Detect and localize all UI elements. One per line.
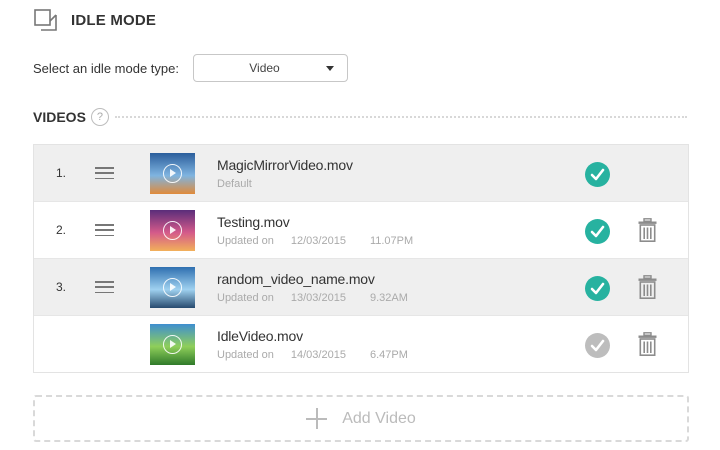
idle-type-row: Select an idle mode type: Video: [33, 54, 348, 82]
idle-mode-icon: [34, 9, 57, 31]
video-meta: Default: [217, 178, 252, 190]
help-icon[interactable]: ?: [90, 108, 109, 126]
add-video-label: Add Video: [342, 409, 416, 427]
video-row: IdleVideo.mov Updated on 14/03/2015 6.47PM: [34, 316, 688, 372]
drag-handle-icon[interactable]: [95, 224, 114, 237]
video-meta-label: Updated on: [217, 349, 274, 361]
video-meta: Updated on 12/03/2015 11.07PM: [217, 235, 413, 247]
check-icon[interactable]: [585, 162, 610, 187]
video-thumbnail[interactable]: [150, 267, 195, 308]
check-icon[interactable]: [585, 276, 610, 301]
check-icon[interactable]: [585, 333, 610, 358]
video-index: 2.: [56, 223, 67, 237]
play-icon: [163, 335, 182, 354]
video-date: 14/03/2015: [290, 349, 346, 361]
play-icon: [163, 164, 182, 183]
video-thumbnail[interactable]: [150, 153, 195, 194]
video-thumbnail[interactable]: [150, 210, 195, 251]
video-row: 1. MagicMirrorVideo.mov Default: [34, 145, 688, 202]
video-index: 1.: [56, 166, 67, 180]
video-time: 9.32AM: [369, 292, 408, 304]
play-icon: [163, 221, 182, 240]
video-meta-label: Default: [217, 178, 252, 190]
video-meta: Updated on 14/03/2015 6.47PM: [217, 349, 408, 361]
video-meta-label: Updated on: [217, 292, 274, 304]
video-index: 3.: [56, 280, 67, 294]
page-header: IDLE MODE: [33, 8, 156, 32]
idle-type-label: Select an idle mode type:: [33, 60, 179, 76]
video-meta-label: Updated on: [217, 235, 274, 247]
add-video-button[interactable]: Add Video: [33, 395, 689, 442]
video-meta: Updated on 13/03/2015 9.32AM: [217, 292, 408, 304]
video-row: 3. random_video_name.mov Updated on 13/03/2…: [34, 259, 688, 316]
videos-section-heading: VIDEOS ?: [33, 106, 687, 128]
video-name: IdleVideo.mov: [217, 328, 303, 344]
trash-icon[interactable]: [638, 218, 657, 242]
video-time: 6.47PM: [369, 349, 408, 361]
idle-type-value: Video: [249, 61, 280, 75]
video-name: Testing.mov: [217, 214, 290, 230]
page-title: IDLE MODE: [71, 11, 157, 29]
play-icon: [163, 278, 182, 297]
video-row: 2. Testing.mov Updated on 12/03/2015 11.07PM: [34, 202, 688, 259]
chevron-down-icon: [325, 66, 334, 71]
video-time: 11.07PM: [369, 235, 414, 247]
video-name: random_video_name.mov: [217, 271, 375, 287]
video-date: 13/03/2015: [290, 292, 346, 304]
trash-icon[interactable]: [638, 332, 657, 356]
idle-type-select[interactable]: Video: [192, 54, 348, 82]
video-thumbnail[interactable]: [150, 324, 195, 365]
video-date: 12/03/2015: [290, 235, 346, 247]
section-divider: [114, 116, 687, 118]
drag-handle-icon[interactable]: [95, 281, 114, 294]
videos-title: VIDEOS: [33, 109, 86, 125]
plus-icon: [306, 408, 328, 429]
trash-icon[interactable]: [638, 275, 657, 299]
video-list: 1. MagicMirrorVideo.mov Default 2. Testing.m…: [33, 144, 689, 373]
check-icon[interactable]: [585, 219, 610, 244]
drag-handle-icon[interactable]: [95, 167, 114, 180]
video-name: MagicMirrorVideo.mov: [217, 157, 353, 173]
